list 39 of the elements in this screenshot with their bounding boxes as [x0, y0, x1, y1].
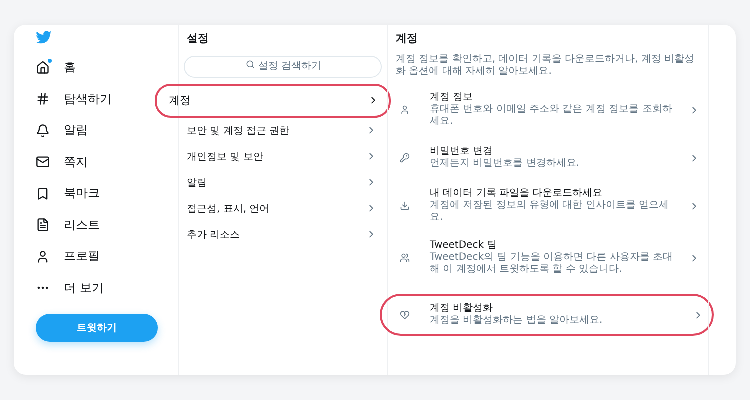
nav-item[interactable]: 홈	[36, 52, 76, 84]
nav-item[interactable]: 쪽지	[36, 146, 88, 178]
search-field[interactable]: 설정 검색하기	[184, 56, 382, 78]
settings-item[interactable]: 보안 및 계정 접근 권한	[179, 118, 387, 144]
settings-title: 설정	[186, 31, 210, 47]
account-title: 계정	[395, 31, 419, 47]
account-description: 계정 정보를 확인하고, 데이터 기록을 다운로드하거나, 계정 비활성화 옵션에 대해 자세히 알아보세요.	[395, 54, 696, 78]
settings-item[interactable]: 추가 리소스	[179, 222, 387, 248]
settings-item-label: 보안 및 계정 접근 권한	[187, 124, 290, 138]
settings-item-label: 추가 리소스	[187, 228, 240, 242]
settings-item[interactable]: 알림	[179, 170, 387, 196]
settings-item-label: 알림	[187, 176, 207, 190]
nav-item[interactable]: 북마크	[36, 178, 100, 210]
option-subtitle: 휴대폰 번호와 이메일 주소와 같은 계정 정보를 조회하세요.	[430, 104, 674, 128]
option-title: 비밀번호 변경	[430, 146, 494, 158]
option-subtitle: 계정을 비활성화하는 법을 알아보세요.	[430, 315, 604, 327]
settings-item[interactable]: 접근성, 표시, 언어	[179, 196, 387, 222]
account-option[interactable]: 내 데이터 기록 파일을 다운로드하세요 계정에 저장된 정보의 유형에 대한 인사이트를 얻으세요.	[388, 183, 708, 229]
account-option[interactable]: 비밀번호 변경 언제든지 비밀번호를 변경하세요.	[388, 139, 708, 177]
nav-item[interactable]: 프로필	[36, 241, 100, 272]
settings-item-label: 계정	[169, 93, 191, 108]
nav-item[interactable]: 리스트	[36, 210, 100, 241]
nav-item[interactable]: 탐색하기	[36, 84, 112, 115]
settings-item[interactable]: 계정	[155, 84, 391, 118]
option-subtitle: 언제든지 비밀번호를 변경하세요.	[430, 158, 581, 170]
nav-item[interactable]: 더 보기	[36, 272, 104, 304]
account-option[interactable]: 계정 비활성화 계정을 비활성화하는 법을 알아보세요.	[380, 294, 714, 336]
account-option[interactable]: 계정 정보 휴대폰 번호와 이메일 주소와 같은 계정 정보를 조회하세요.	[388, 87, 708, 133]
option-title: 내 데이터 기록 파일을 다운로드하세요	[430, 188, 604, 200]
option-title: TweetDeck 팀	[430, 240, 498, 252]
settings-item-label: 접근성, 표시, 언어	[187, 202, 270, 216]
option-title: 계정 정보	[430, 92, 474, 104]
option-title: 계정 비활성화	[430, 303, 494, 315]
option-subtitle: 계정에 저장된 정보의 유형에 대한 인사이트를 얻으세요.	[430, 200, 670, 224]
settings-item[interactable]: 개인정보 및 보안	[179, 144, 387, 170]
account-option[interactable]: TweetDeck 팀 TweetDeck의 팀 기능을 이용하면 다른 사용자를 초대해 이 계정에서 트윗하도록 할 수 있습니다.	[388, 235, 708, 281]
nav-item[interactable]: 알림	[36, 115, 88, 146]
settings-item-label: 개인정보 및 보안	[187, 150, 264, 164]
option-subtitle: TweetDeck의 팀 기능을 이용하면 다른 사용자를 초대해 이 계정에서 트윗하도록 할 수 있습니다.	[430, 252, 674, 276]
